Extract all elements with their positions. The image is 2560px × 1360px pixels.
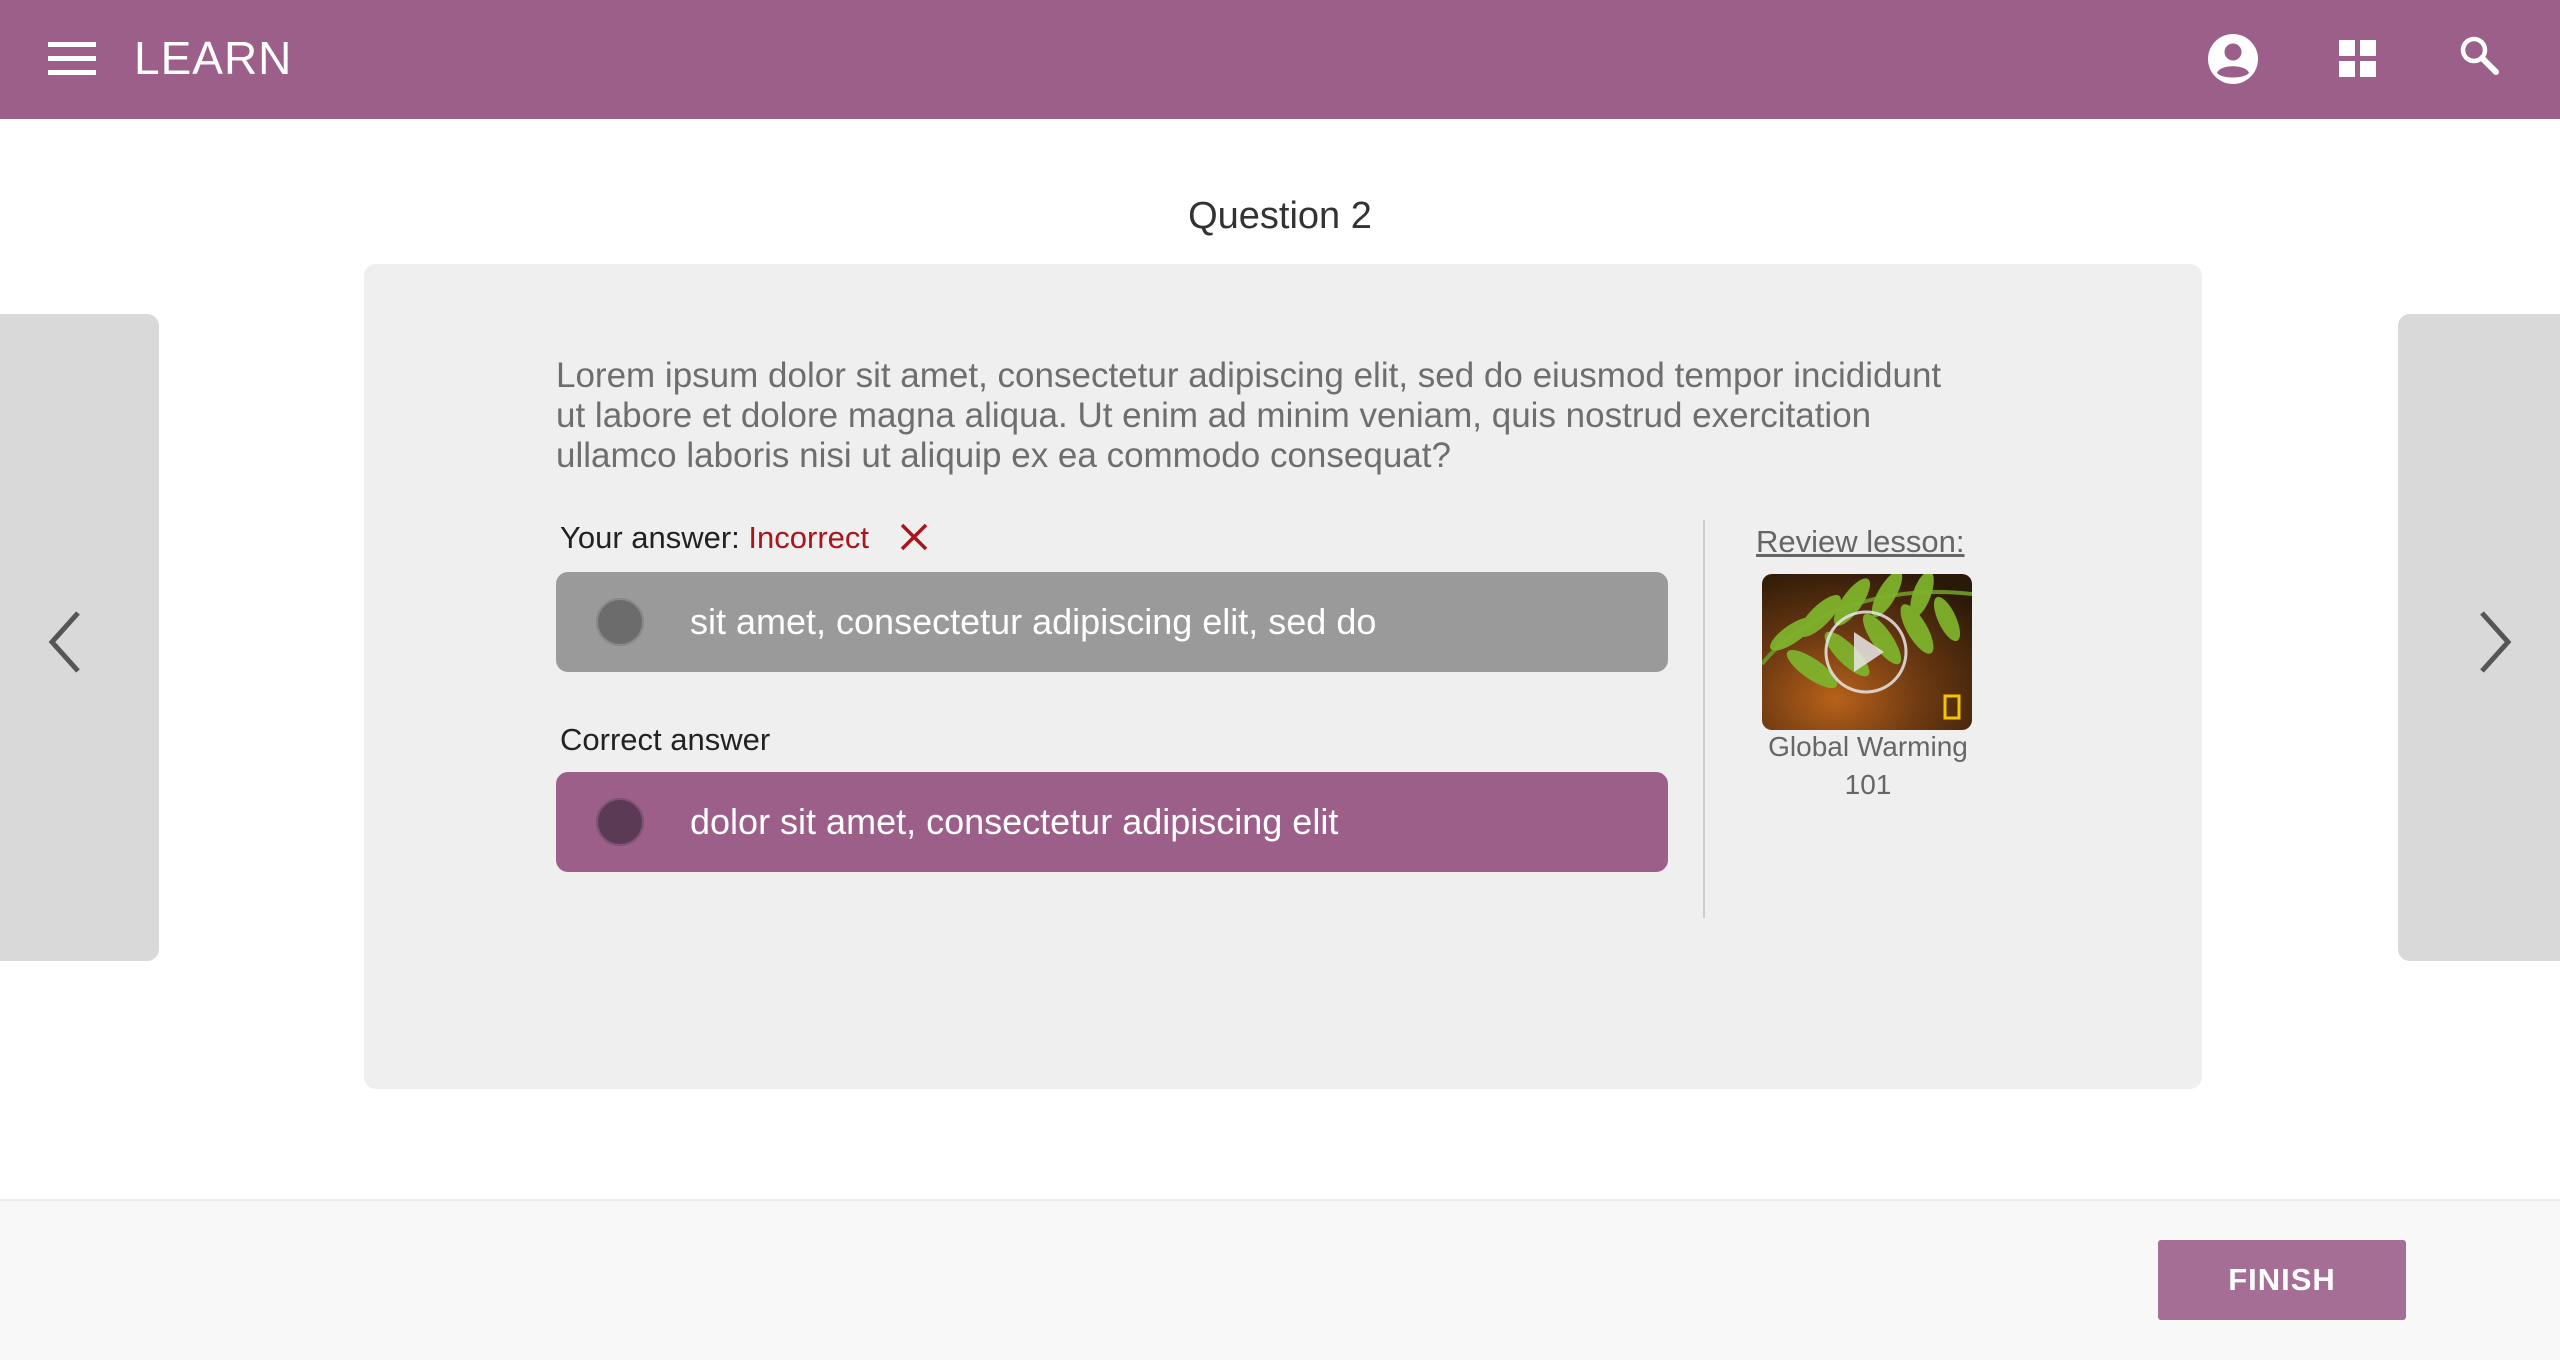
question-text: Lorem ipsum dolor sit amet, consectetur … [556, 356, 1942, 475]
correct-answer-label: Correct answer [560, 722, 771, 757]
radio-button[interactable] [596, 598, 644, 646]
chevron-left-icon [48, 611, 80, 673]
your-answer-text: sit amet, consectetur adipiscing elit, s… [690, 601, 1377, 642]
answer-status: Incorrect [748, 520, 870, 555]
finish-button[interactable]: FINISH [2158, 1240, 2406, 1320]
next-question-button[interactable] [2398, 314, 2560, 961]
your-answer-label: Your answer: [560, 520, 740, 555]
correct-answer-text: dolor sit amet, consectetur adipiscing e… [690, 801, 1339, 842]
radio-button[interactable] [596, 798, 644, 846]
chevron-right-icon [2480, 611, 2512, 673]
search-icon[interactable] [2450, 28, 2512, 90]
top-app-bar: LEARN [0, 0, 2560, 119]
review-lesson-link[interactable]: Review lesson: [1756, 518, 1964, 566]
question-heading: Question 2 [1188, 195, 1372, 237]
lesson-thumbnail[interactable] [1762, 574, 1972, 730]
lesson-title: Global Warming 101 [1768, 731, 1968, 800]
vertical-divider [1703, 520, 1705, 918]
correct-answer-option[interactable]: dolor sit amet, consectetur adipiscing e… [556, 772, 1668, 872]
account-icon[interactable] [2202, 28, 2264, 90]
menu-icon[interactable] [48, 42, 96, 76]
app-title: LEARN [134, 32, 293, 84]
incorrect-x-icon [900, 523, 927, 551]
previous-question-button[interactable] [0, 314, 159, 961]
your-answer-option[interactable]: sit amet, consectetur adipiscing elit, s… [556, 572, 1668, 672]
apps-icon[interactable] [2327, 28, 2389, 90]
your-answer-header: Your answer: Incorrect [560, 514, 930, 562]
